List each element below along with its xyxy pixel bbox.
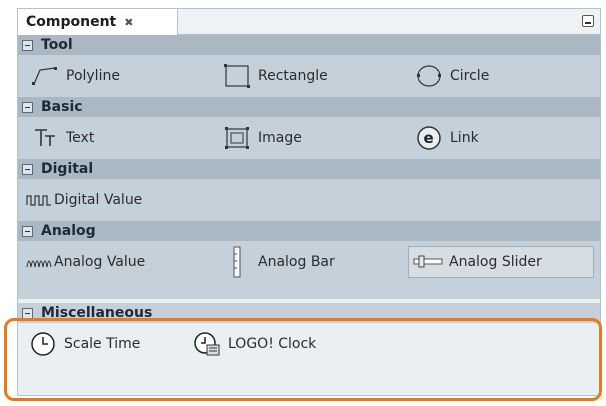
rectangle-icon — [222, 62, 252, 90]
image-icon — [222, 124, 252, 152]
analog-bar[interactable]: Analog Bar — [218, 246, 408, 278]
item-label: Circle — [450, 68, 490, 84]
tool-rectangle[interactable]: Rectangle — [218, 60, 408, 92]
item-label: Text — [66, 130, 95, 146]
basic-text[interactable]: Text — [26, 122, 216, 154]
group-header-misc[interactable]: Miscellaneous — [18, 303, 600, 323]
group-row-misc: Scale Time LOGO! Clock — [18, 323, 600, 365]
item-label: Rectangle — [258, 68, 328, 84]
tab-bar: Component ✖ — [18, 9, 600, 35]
logo-clock-icon — [192, 330, 222, 358]
misc-scale-time[interactable]: Scale Time — [24, 328, 214, 360]
group-header-digital[interactable]: Digital — [18, 159, 600, 179]
clock-icon — [28, 330, 58, 358]
group-row-digital: Digital Value — [18, 179, 600, 221]
collapse-icon[interactable] — [22, 225, 33, 237]
close-icon[interactable]: ✖ — [124, 16, 133, 29]
item-label: Scale Time — [64, 336, 141, 352]
digital-wave-icon — [26, 186, 52, 214]
analog-wave-icon — [26, 248, 52, 276]
item-label: Analog Bar — [258, 254, 335, 270]
group-row-basic: Text Image e Link — [18, 117, 600, 159]
item-label: Image — [258, 130, 302, 146]
bar-icon — [222, 246, 252, 278]
group-header-analog[interactable]: Analog — [18, 221, 600, 241]
misc-logo-clock[interactable]: LOGO! Clock — [188, 328, 378, 360]
circle-icon — [414, 62, 444, 90]
item-label: LOGO! Clock — [228, 336, 317, 352]
group-label: Miscellaneous — [41, 305, 153, 321]
group-label: Digital — [41, 161, 94, 177]
component-list: Tool Polyline Rectangle Circle Basic Tex… — [18, 35, 600, 283]
group-label: Tool — [41, 37, 73, 53]
collapse-icon[interactable] — [22, 163, 33, 175]
group-header-basic[interactable]: Basic — [18, 97, 600, 117]
item-label: Polyline — [66, 68, 120, 84]
minimize-icon[interactable] — [582, 15, 594, 27]
polyline-icon — [30, 62, 60, 90]
item-label: Analog Slider — [449, 254, 542, 270]
digital-value[interactable]: Digital Value — [22, 184, 242, 216]
group-label: Analog — [41, 223, 96, 239]
analog-value[interactable]: Analog Value — [22, 246, 212, 278]
tool-circle[interactable]: Circle — [410, 60, 600, 92]
svg-text:e: e — [424, 129, 434, 147]
tab-component[interactable]: Component ✖ — [18, 9, 178, 35]
analog-slider[interactable]: Analog Slider — [408, 246, 594, 278]
basic-image[interactable]: Image — [218, 122, 408, 154]
slider-icon — [413, 248, 443, 276]
group-header-tool[interactable]: Tool — [18, 35, 600, 55]
basic-link[interactable]: e Link — [410, 122, 600, 154]
group-row-analog: Analog Value Analog Bar Analog Slider — [18, 241, 600, 283]
item-label: Link — [450, 130, 479, 146]
tool-polyline[interactable]: Polyline — [26, 60, 216, 92]
item-label: Digital Value — [54, 192, 143, 208]
group-row-tool: Polyline Rectangle Circle — [18, 55, 600, 97]
collapse-icon[interactable] — [22, 39, 33, 51]
group-misc: Miscellaneous Scale Time LOGO! Clock — [18, 299, 600, 395]
text-icon — [30, 124, 60, 152]
item-label: Analog Value — [54, 254, 146, 270]
link-icon: e — [414, 124, 444, 152]
collapse-icon[interactable] — [22, 307, 33, 319]
collapse-icon[interactable] — [22, 101, 33, 113]
group-label: Basic — [41, 99, 83, 115]
component-panel: Component ✖ Tool Polyline Rectangle Circ… — [17, 8, 601, 396]
tab-title: Component — [26, 14, 117, 30]
